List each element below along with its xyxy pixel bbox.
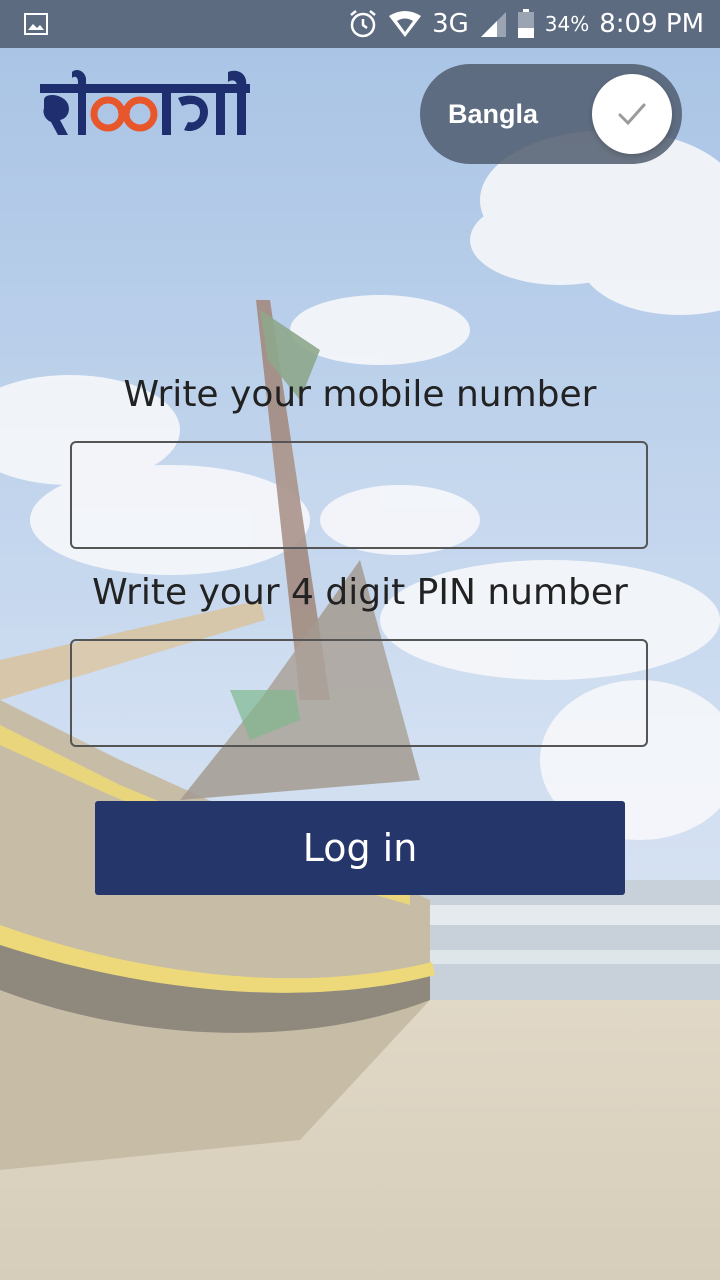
status-bar: 3G 34% 8:09 PM xyxy=(0,0,720,48)
app-logo xyxy=(38,68,252,144)
pin-input[interactable] xyxy=(72,641,646,745)
login-button[interactable]: Log in xyxy=(95,801,625,895)
check-icon xyxy=(618,103,646,126)
battery-percent: 34% xyxy=(544,12,590,36)
language-toggle[interactable]: Bangla xyxy=(420,64,682,164)
image-icon xyxy=(24,13,48,35)
logo-graphic xyxy=(40,70,250,135)
alarm-icon xyxy=(348,9,378,39)
toggle-knob[interactable] xyxy=(592,74,672,154)
language-toggle-label: Bangla xyxy=(448,99,539,129)
clock-time: 8:09 PM xyxy=(599,9,704,39)
mobile-number-field[interactable] xyxy=(70,441,648,549)
pin-field[interactable] xyxy=(70,639,648,747)
battery-icon xyxy=(517,9,535,39)
mobile-number-input[interactable] xyxy=(72,443,646,547)
signal-icon xyxy=(479,10,507,38)
network-type: 3G xyxy=(432,9,469,39)
wifi-icon xyxy=(388,10,422,38)
mobile-number-label: Write your mobile number xyxy=(123,374,597,415)
pin-label: Write your 4 digit PIN number xyxy=(92,572,628,613)
